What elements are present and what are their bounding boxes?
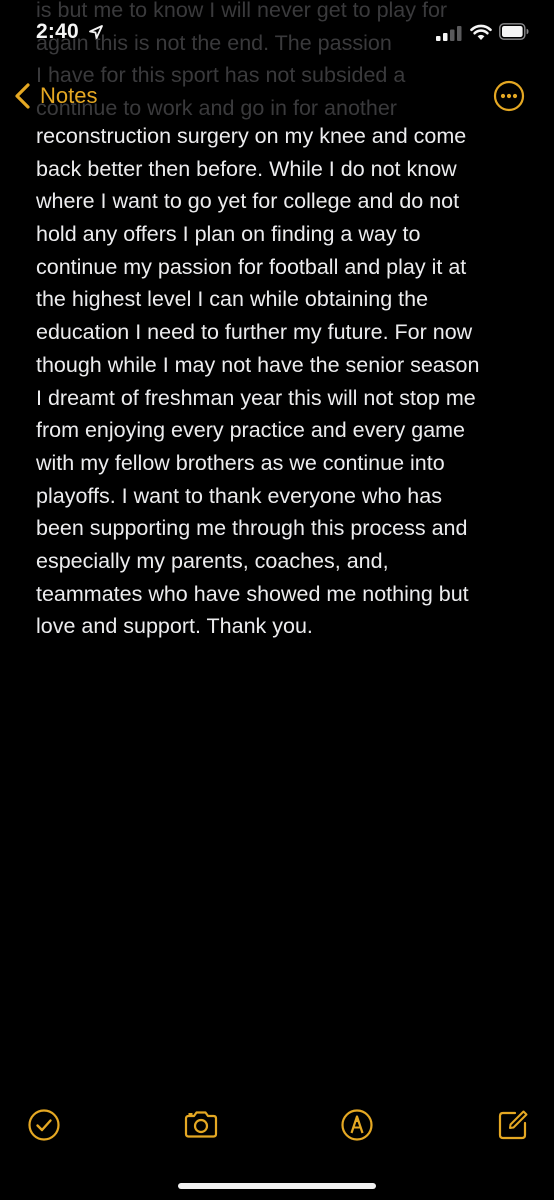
cellular-signal-icon	[436, 26, 462, 41]
note-line: education I need to further my future. F…	[36, 320, 473, 345]
note-line: playoffs. I want to thank everyone who h…	[36, 483, 442, 508]
back-button[interactable]: Notes	[14, 78, 97, 114]
checklist-icon[interactable]	[27, 1108, 61, 1142]
note-line: though while I may not have the senior s…	[36, 352, 480, 377]
wifi-icon	[470, 24, 492, 40]
location-arrow-icon	[89, 25, 103, 39]
more-options-icon[interactable]	[493, 80, 525, 112]
note-line: with my fellow brothers as we continue i…	[36, 450, 445, 475]
note-line: from enjoying every practice and every g…	[36, 418, 466, 443]
note-line: teammates who have showed me nothing but	[36, 581, 469, 606]
status-time: 2:40	[36, 20, 79, 43]
note-line: back better then before. While I do not …	[36, 156, 457, 181]
status-bar: 2:40	[0, 0, 554, 66]
note-line: reconstruction surgery on my knee and co…	[36, 124, 467, 148]
battery-icon	[499, 23, 529, 40]
chevron-left-icon	[15, 83, 30, 109]
note-line: love and support. Thank you.	[36, 614, 313, 639]
back-button-label: Notes	[40, 83, 98, 108]
note-text-editor[interactable]: reconstruction surgery on my knee and co…	[36, 120, 526, 643]
note-line: especially my parents, coaches, and,	[36, 548, 389, 573]
note-line: where I want to go yet for college and d…	[36, 189, 460, 214]
note-line: hold any offers I plan on finding a way …	[36, 222, 421, 247]
note-line: continue my passion for football and pla…	[36, 254, 467, 279]
home-indicator[interactable]	[178, 1183, 376, 1189]
camera-icon[interactable]	[183, 1108, 219, 1142]
note-line: been supporting me through this process …	[36, 516, 468, 541]
markup-icon[interactable]	[340, 1108, 374, 1142]
note-line: the highest level I can while obtaining …	[36, 287, 429, 312]
compose-icon[interactable]	[496, 1108, 530, 1142]
note-line: I dreamt of freshman year this will not …	[36, 385, 476, 410]
